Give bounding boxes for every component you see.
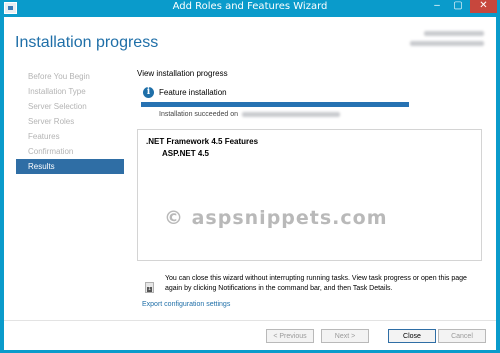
nav-item-before-you-begin[interactable]: Before You Begin	[16, 69, 124, 84]
destination-server-blurred	[410, 31, 484, 53]
wizard-client-area: Installation progress Before You Begin I…	[4, 17, 496, 350]
wizard-nav: Before You Begin Installation Type Serve…	[16, 69, 124, 174]
nav-item-results[interactable]: Results	[16, 159, 124, 174]
result-feature-group: .NET Framework 4.5 Features	[146, 137, 259, 146]
server-name-blurred	[242, 111, 340, 117]
nav-item-server-selection[interactable]: Server Selection	[16, 99, 124, 114]
installation-status: Installation succeeded on	[159, 111, 340, 118]
close-window-button[interactable]: ✕	[470, 0, 497, 13]
installation-progress-bar	[141, 102, 409, 107]
next-button[interactable]: Next >	[321, 329, 369, 343]
window-title: Add Roles and Features Wizard	[172, 1, 328, 12]
nav-item-server-roles[interactable]: Server Roles	[16, 114, 124, 129]
info-icon: i	[143, 87, 154, 98]
nav-item-features[interactable]: Features	[16, 129, 124, 144]
progress-subheading: View installation progress	[137, 69, 228, 78]
title-bar[interactable]: Add Roles and Features Wizard – ▢ ✕	[0, 0, 500, 17]
result-feature-item: ASP.NET 4.5	[162, 149, 209, 158]
feature-installation-label: Feature installation	[159, 88, 227, 97]
close-wizard-note: You can close this wizard without interr…	[165, 275, 467, 292]
nav-item-installation-type[interactable]: Installation Type	[16, 84, 124, 99]
maximize-button[interactable]: ▢	[448, 0, 468, 13]
cancel-button[interactable]: Cancel	[438, 329, 486, 343]
nav-item-confirmation[interactable]: Confirmation	[16, 144, 124, 159]
export-configuration-link[interactable]: Export configuration settings	[142, 301, 230, 308]
notification-flag-icon: 1	[145, 282, 154, 293]
watermark: © aspsnippets.com	[164, 207, 388, 229]
previous-button[interactable]: < Previous	[266, 329, 314, 343]
wizard-footer: < Previous Next > Close Cancel	[4, 320, 496, 350]
wizard-header: Installation progress	[4, 17, 496, 64]
installation-status-text: Installation succeeded on	[159, 111, 238, 118]
close-button[interactable]: Close	[388, 329, 436, 343]
results-list[interactable]: .NET Framework 4.5 Features ASP.NET 4.5	[137, 129, 482, 261]
wizard-window: Add Roles and Features Wizard – ▢ ✕ Inst…	[0, 0, 500, 353]
page-title: Installation progress	[15, 34, 159, 51]
minimize-button[interactable]: –	[427, 0, 447, 13]
